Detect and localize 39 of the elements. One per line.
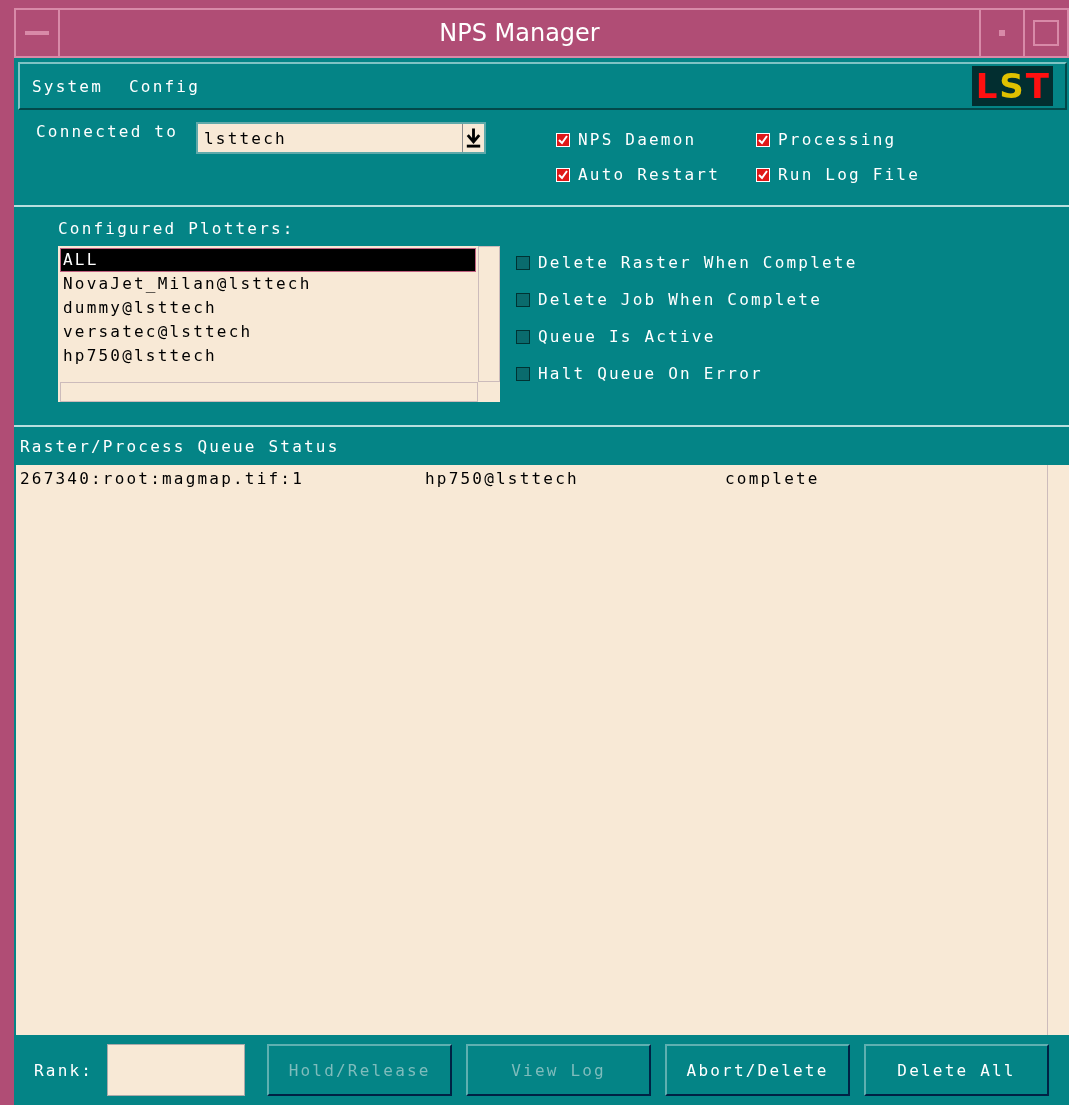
option-label: Delete Job When Complete (538, 290, 822, 309)
vertical-scrollbar[interactable] (478, 246, 500, 382)
logo: LST (971, 66, 1053, 106)
option-label: Processing (778, 130, 897, 149)
square-icon (1033, 20, 1059, 46)
window-menu-button[interactable] (15, 9, 59, 57)
window-title: NPS Manager (59, 9, 980, 57)
plotter-item[interactable]: NovaJet_Milan@lsttech (60, 272, 476, 296)
rank-field[interactable] (107, 1044, 246, 1096)
checkbox[interactable] (516, 292, 530, 307)
action-button[interactable]: Delete All (864, 1044, 1049, 1096)
checkbox[interactable] (516, 366, 530, 381)
option-label: NPS Daemon (578, 130, 697, 149)
plotter-item[interactable]: versatec@lsttech (60, 320, 476, 344)
option-label: Halt Queue On Error (538, 364, 763, 383)
plotter-item[interactable]: dummy@lsttech (60, 296, 476, 320)
plotter-item[interactable]: ALL (60, 248, 476, 272)
connected-label: Connected to (36, 122, 178, 143)
menu-item[interactable]: System (32, 76, 103, 96)
option-label: Queue Is Active (538, 327, 716, 346)
option-label: Auto Restart (578, 165, 720, 184)
plotters-label: Configured Plotters: (58, 219, 296, 238)
option-label: Run Log File (778, 165, 920, 184)
checkbox[interactable] (516, 255, 530, 270)
menu-item[interactable]: Config (129, 76, 200, 96)
plotter-item[interactable]: hp750@lsttech (60, 344, 476, 368)
action-button[interactable]: Abort/Delete (665, 1044, 851, 1096)
minus-icon (25, 31, 49, 35)
queue-label: Raster/Process Queue Status (20, 437, 340, 456)
host-dropdown[interactable]: lsttech (196, 122, 486, 154)
rank-label: Rank: (34, 1060, 94, 1080)
checkbox[interactable] (516, 329, 530, 344)
minimize-button[interactable] (980, 9, 1024, 57)
option-label: Delete Raster When Complete (538, 253, 858, 272)
horizontal-scrollbar[interactable] (60, 382, 478, 402)
maximize-button[interactable] (1024, 9, 1068, 57)
status-cell-text: complete (725, 469, 821, 488)
plotter-cell-text: hp750@lsttech (425, 469, 580, 488)
job-cell-text: 267340:root:magmap.tif:1 (20, 469, 305, 488)
